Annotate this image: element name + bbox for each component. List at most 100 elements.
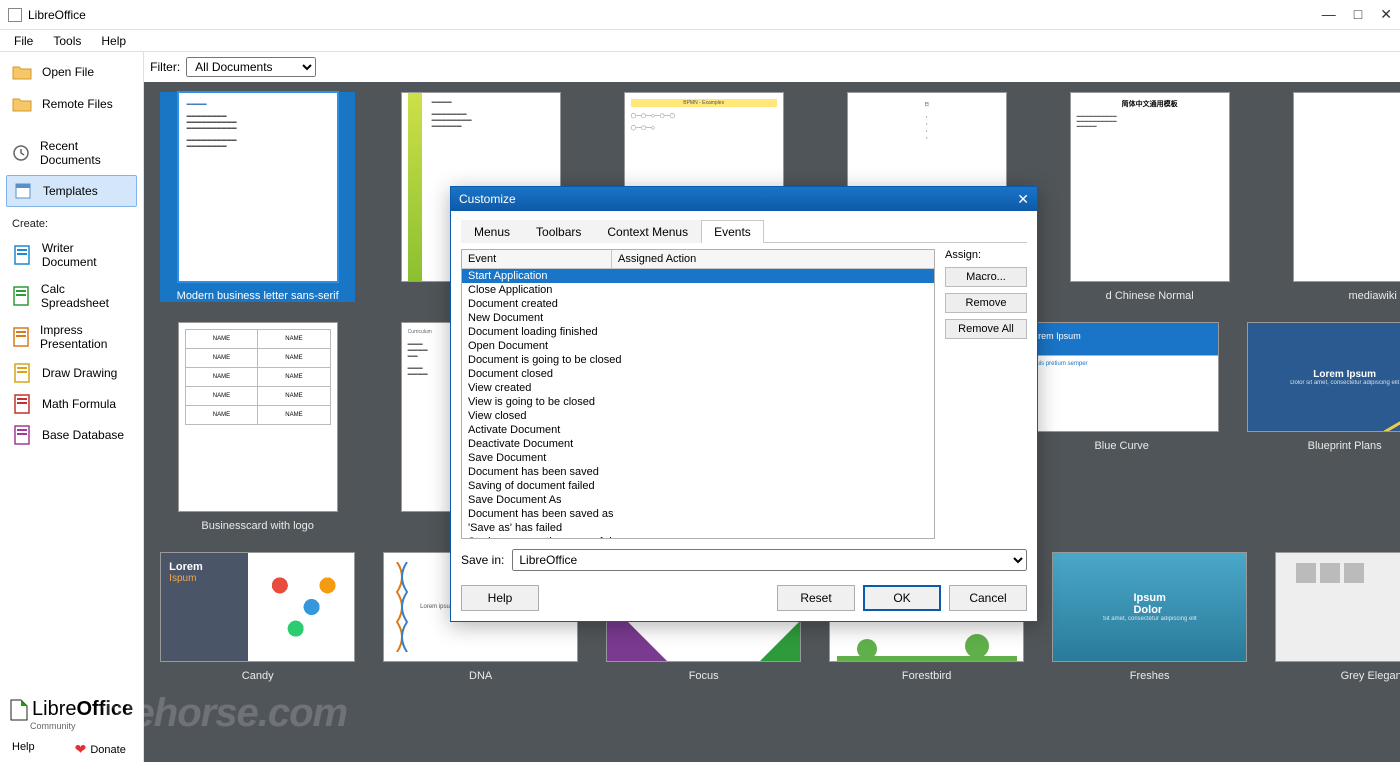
macro-button[interactable]: Macro... xyxy=(945,267,1027,287)
event-row[interactable]: View created xyxy=(462,381,934,395)
event-row[interactable]: Document has been saved as xyxy=(462,507,934,521)
slide-title: Ipsum xyxy=(1133,592,1165,604)
template-label: Freshes xyxy=(1130,670,1170,682)
template-label: DNA xyxy=(469,670,492,682)
sidebar-item-impress[interactable]: Impress Presentation xyxy=(6,317,137,357)
template-mediawiki[interactable]: mediawiki xyxy=(1275,92,1400,302)
template-modern-sans[interactable]: ▬▬▬▬▬▬▬▬▬▬▬▬▬▬▬▬▬▬▬▬▬▬▬▬▬▬▬▬▬▬▬▬▬▬▬▬▬▬▬▬… xyxy=(160,92,355,302)
remove-all-button[interactable]: Remove All xyxy=(945,319,1027,339)
menubar: File Tools Help xyxy=(0,30,1400,52)
reset-button[interactable]: Reset xyxy=(777,585,855,611)
sidebar-item-label: Impress Presentation xyxy=(40,323,131,351)
template-label: Blue Curve xyxy=(1094,440,1148,452)
template-candy[interactable]: LoremIspum Candy xyxy=(160,552,355,682)
template-chinese-normal[interactable]: 简体中文通用模板▬▬▬▬▬▬▬▬▬▬▬▬▬▬▬▬▬▬▬▬▬▬▬▬▬ d Chin… xyxy=(1052,92,1247,302)
close-button[interactable]: ✕ xyxy=(1380,6,1392,23)
heart-icon: ❤ xyxy=(75,741,87,758)
sidebar-item-label: Recent Documents xyxy=(40,139,131,167)
close-icon[interactable]: ✕ xyxy=(1017,191,1029,208)
help-button[interactable]: Help xyxy=(461,585,539,611)
app-icon xyxy=(8,8,22,22)
event-row[interactable]: Document has been saved xyxy=(462,465,934,479)
event-row[interactable]: View is going to be closed xyxy=(462,395,934,409)
event-table: Event Assigned Action Start ApplicationC… xyxy=(461,249,935,539)
tab-context-menus[interactable]: Context Menus xyxy=(594,220,701,243)
menu-tools[interactable]: Tools xyxy=(45,32,89,50)
event-row[interactable]: Activate Document xyxy=(462,423,934,437)
menu-help[interactable]: Help xyxy=(93,32,134,50)
event-row[interactable]: Open Document xyxy=(462,339,934,353)
menu-file[interactable]: File xyxy=(6,32,41,50)
col-action[interactable]: Assigned Action xyxy=(612,250,934,268)
thumb-title: 简体中文通用模板 xyxy=(1122,101,1178,108)
sidebar-item-open-file[interactable]: Open File xyxy=(6,57,137,87)
sidebar-item-draw[interactable]: Draw Drawing xyxy=(6,358,137,388)
event-row[interactable]: Document loading finished xyxy=(462,325,934,339)
event-row[interactable]: New Document xyxy=(462,311,934,325)
event-row[interactable]: Save Document As xyxy=(462,493,934,507)
tab-menus[interactable]: Menus xyxy=(461,220,523,243)
template-label: Modern business letter sans-serif xyxy=(177,290,339,302)
sidebar-item-recent[interactable]: Recent Documents xyxy=(6,133,137,173)
dna-icon xyxy=(392,562,412,652)
template-label: mediawiki xyxy=(1349,290,1397,302)
template-freshes[interactable]: IpsumDolorSit amet, consectetur adipisci… xyxy=(1052,552,1247,682)
titlebar: LibreOffice — □ ✕ xyxy=(0,0,1400,30)
sidebar-item-math[interactable]: Math Formula xyxy=(6,389,137,419)
calc-icon xyxy=(12,287,31,305)
sidebar-item-templates[interactable]: Templates xyxy=(6,175,137,207)
col-event[interactable]: Event xyxy=(462,250,612,268)
event-row[interactable]: View closed xyxy=(462,409,934,423)
template-blueprint[interactable]: Lorem IpsumDolor sit amet, consectetur a… xyxy=(1247,322,1400,532)
tab-toolbars[interactable]: Toolbars xyxy=(523,220,594,243)
save-in-label: Save in: xyxy=(461,553,504,567)
help-link[interactable]: Help xyxy=(12,741,35,758)
event-row[interactable]: Save Document xyxy=(462,451,934,465)
event-row[interactable]: Document is going to be closed xyxy=(462,353,934,367)
sidebar-item-label: Open File xyxy=(42,65,94,79)
event-row[interactable]: Storing or exporting copy of docu xyxy=(462,535,934,538)
minimize-button[interactable]: — xyxy=(1322,6,1336,23)
slide-sub: Sit amet, consectetur adipiscing elit xyxy=(1103,616,1197,622)
save-in-select[interactable]: LibreOffice xyxy=(512,549,1027,571)
maximize-button[interactable]: □ xyxy=(1354,6,1362,23)
cancel-button[interactable]: Cancel xyxy=(949,585,1027,611)
sidebar-item-base[interactable]: Base Database xyxy=(6,420,137,450)
filter-select[interactable]: All Documents xyxy=(186,57,316,77)
sidebar: Open File Remote Files Recent Documents … xyxy=(0,52,144,762)
trees-icon xyxy=(837,631,1017,661)
draw-icon xyxy=(12,364,32,382)
remove-button[interactable]: Remove xyxy=(945,293,1027,313)
tab-row: Menus Toolbars Context Menus Events xyxy=(461,219,1027,243)
template-label: Candy xyxy=(242,670,274,682)
assign-label: Assign: xyxy=(945,249,1027,261)
template-label: Businesscard with logo xyxy=(201,520,314,532)
event-row[interactable]: Document created xyxy=(462,297,934,311)
create-heading: Create: xyxy=(12,218,137,230)
donate-link[interactable]: Donate xyxy=(90,744,125,756)
template-bluecurve[interactable]: orem Ipsumquis pretium semper Blue Curve xyxy=(1024,322,1219,532)
ok-button[interactable]: OK xyxy=(863,585,941,611)
template-businesscard[interactable]: NAMENAMENAMENAMENAMENAMENAMENAMENAMENAME… xyxy=(160,322,355,532)
sidebar-item-label: Math Formula xyxy=(42,397,116,411)
event-row[interactable]: Deactivate Document xyxy=(462,437,934,451)
template-label: Grey Elegant xyxy=(1341,670,1400,682)
sidebar-item-calc[interactable]: Calc Spreadsheet xyxy=(6,276,137,316)
template-label: d Chinese Normal xyxy=(1106,290,1194,302)
template-grey-elegant[interactable]: Lorem IpsumDolor sit amet, consectetur G… xyxy=(1275,552,1400,682)
event-row[interactable]: Document closed xyxy=(462,367,934,381)
brand-logo: LibreOffice Community xyxy=(6,694,137,735)
event-list[interactable]: Start ApplicationClose ApplicationDocume… xyxy=(462,269,934,538)
event-row[interactable]: Close Application xyxy=(462,283,934,297)
sidebar-item-writer[interactable]: Writer Document xyxy=(6,235,137,275)
window-title: LibreOffice xyxy=(28,8,1322,22)
brand-name-a: Libre xyxy=(32,698,76,720)
math-icon xyxy=(12,395,32,413)
tab-events[interactable]: Events xyxy=(701,220,764,243)
event-row[interactable]: Saving of document failed xyxy=(462,479,934,493)
event-row[interactable]: Start Application xyxy=(462,269,934,283)
slide-sub: quis pretium semper xyxy=(1033,361,1087,367)
sidebar-item-remote-files[interactable]: Remote Files xyxy=(6,89,137,119)
event-row[interactable]: 'Save as' has failed xyxy=(462,521,934,535)
slide-sub: Ispum xyxy=(169,573,240,584)
